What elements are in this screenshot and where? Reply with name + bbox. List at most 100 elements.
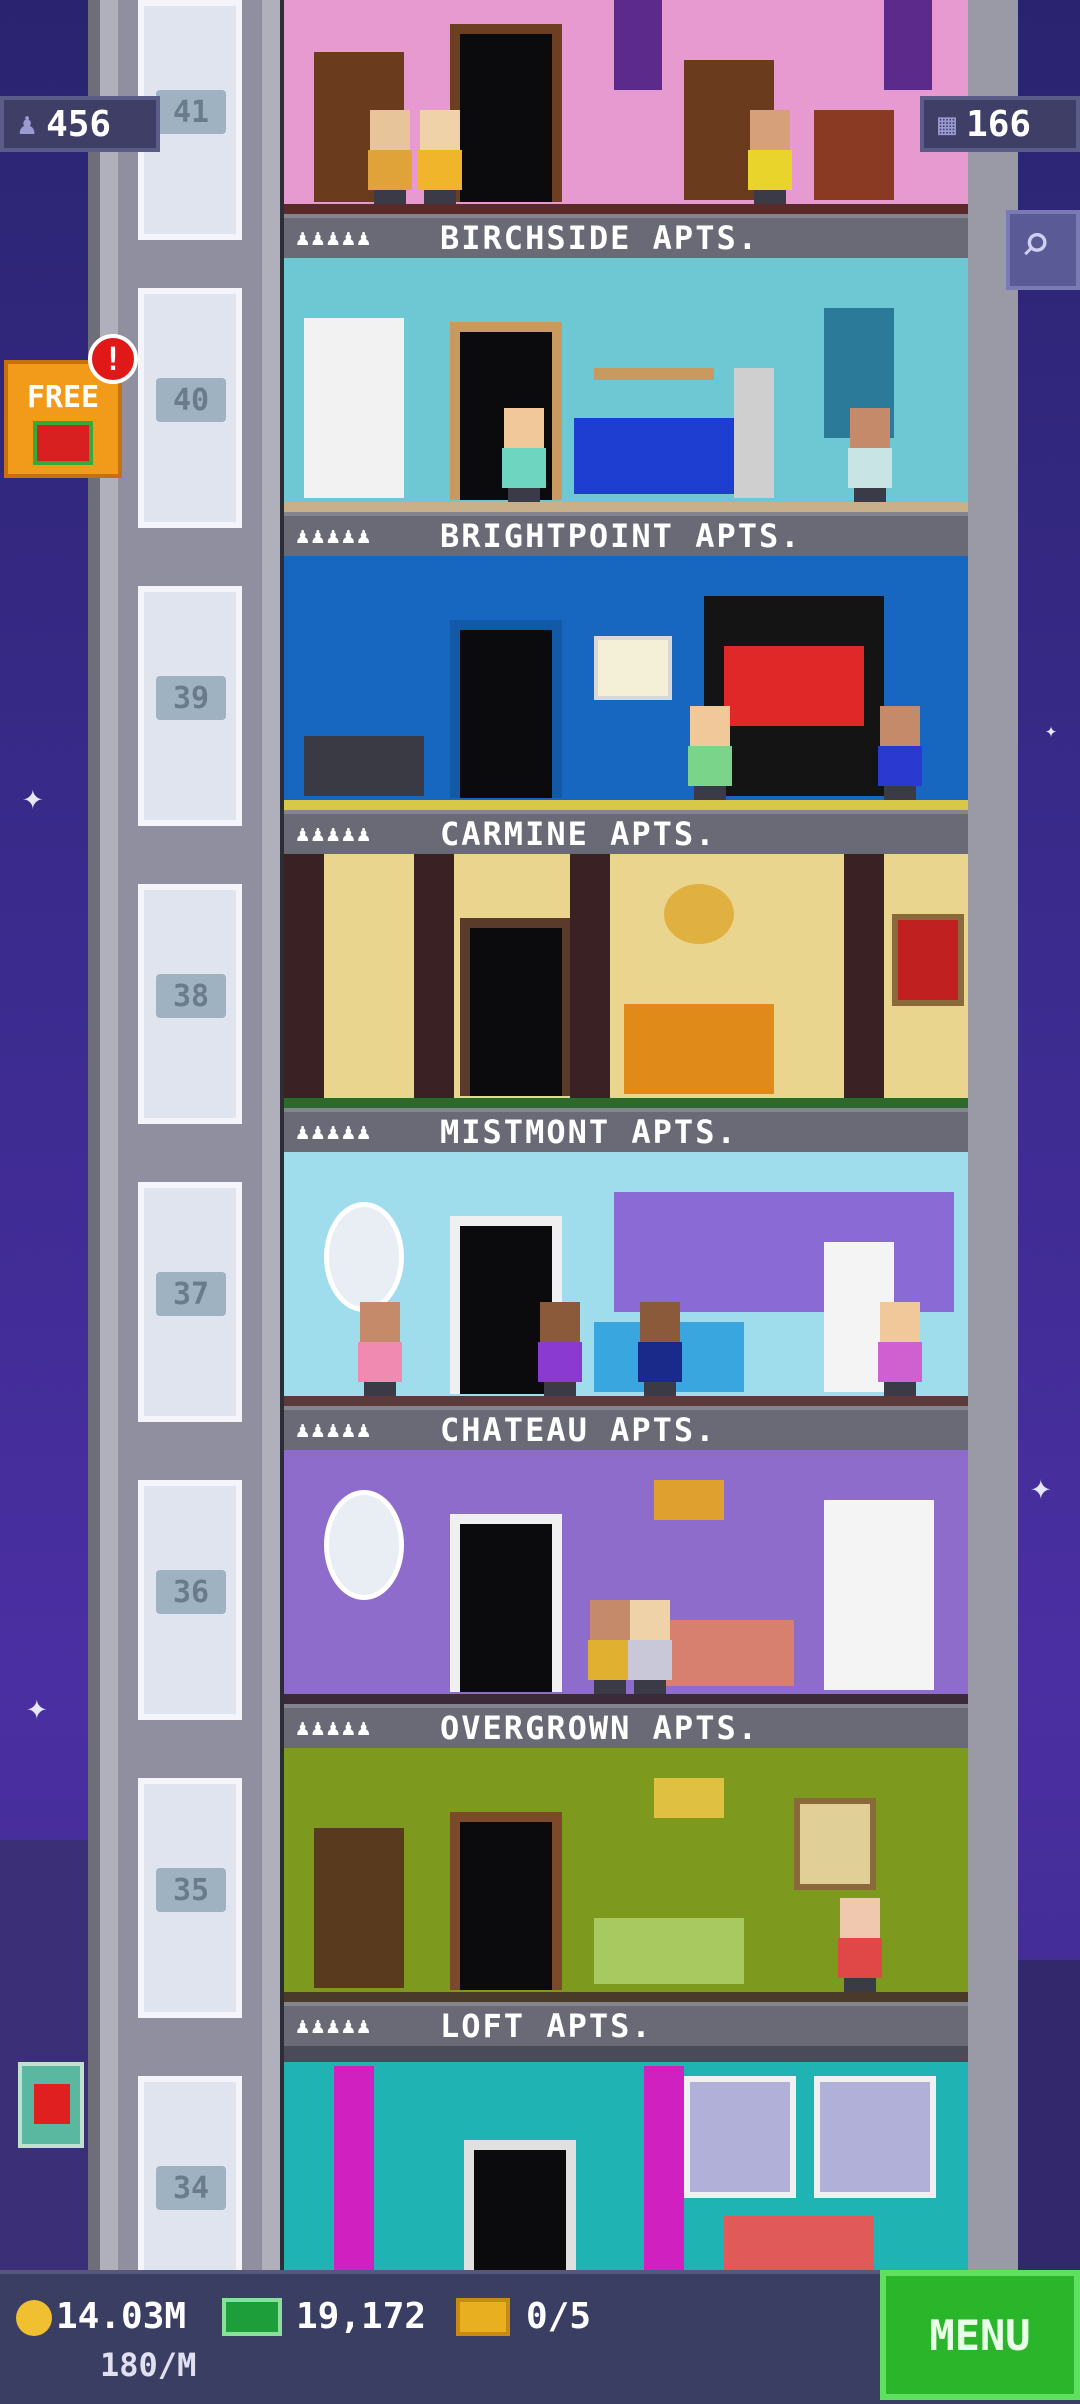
bed xyxy=(624,1004,774,1094)
floor-chateau[interactable]: ♟♟♟♟♟ CHATEAU APTS. xyxy=(284,1152,968,1450)
floor-number: 38 xyxy=(156,974,226,1018)
floor-number: 34 xyxy=(156,2166,226,2210)
floor-lamp xyxy=(734,368,774,498)
floor-name: OVERGROWN APTS. xyxy=(440,1709,759,1747)
room-door[interactable] xyxy=(450,1514,562,1692)
floor-number: 35 xyxy=(156,1868,226,1912)
elevator-floor-36[interactable]: 36 xyxy=(120,1460,260,1758)
floor-overgrown[interactable]: ♟♟♟♟♟ OVERGROWN APTS. xyxy=(284,1450,968,1748)
cabinet xyxy=(824,1500,934,1690)
floor-number: 36 xyxy=(156,1570,226,1614)
resident[interactable] xyxy=(354,1302,406,1396)
room-interior[interactable] xyxy=(284,556,968,816)
floor-label-bar[interactable]: ♟♟♟♟♟ BRIGHTPOINT APTS. xyxy=(284,512,968,556)
tower-right-column xyxy=(968,0,1018,2270)
mirror xyxy=(324,1490,404,1600)
room-interior[interactable] xyxy=(284,1748,968,2008)
sofa xyxy=(574,418,754,494)
room-door[interactable] xyxy=(460,918,572,1096)
wall-shelf xyxy=(594,368,714,380)
floor-label-bar[interactable]: ♟♟♟♟♟ BIRCHSIDE APTS. xyxy=(284,214,968,258)
population-counter[interactable]: ♟ 456 xyxy=(0,96,160,152)
chandelier xyxy=(654,1480,724,1520)
fries-notification[interactable] xyxy=(18,2062,84,2148)
white-shelf xyxy=(304,318,404,498)
resident[interactable] xyxy=(364,110,416,204)
floor-brightpoint[interactable]: ♟♟♟♟♟ BRIGHTPOINT APTS. xyxy=(284,258,968,556)
curtain xyxy=(644,2066,684,2270)
free-label: FREE xyxy=(26,380,100,415)
floor-label-bar[interactable]: ♟♟♟♟♟ MISTMONT APTS. xyxy=(284,1108,968,1152)
chandelier xyxy=(654,1778,724,1818)
resident[interactable] xyxy=(744,110,796,204)
occupancy-icons: ♟♟♟♟♟ xyxy=(296,225,373,251)
floor-label-bar[interactable]: ♟♟♟♟♟ OVERGROWN APTS. xyxy=(284,1704,968,1748)
room-door[interactable] xyxy=(464,2140,576,2270)
room-interior[interactable] xyxy=(284,1152,968,1412)
coin-icon xyxy=(16,2300,52,2336)
floor-carmine[interactable]: ♟♟♟♟♟ CARMINE APTS. xyxy=(284,556,968,854)
bookshelf xyxy=(314,1828,404,1988)
pillar xyxy=(570,854,610,1114)
room-door[interactable] xyxy=(450,620,562,798)
star-decoration: ✦ xyxy=(26,1687,48,1728)
window xyxy=(814,2076,936,2198)
city-building xyxy=(0,1840,90,2270)
room-interior[interactable] xyxy=(284,2046,968,2270)
occupancy-icons: ♟♟♟♟♟ xyxy=(296,821,373,847)
menu-button[interactable]: MENU xyxy=(880,2270,1080,2400)
bux-icon xyxy=(222,2298,282,2336)
sofa xyxy=(724,2216,874,2270)
occupancy-icons: ♟♟♟♟♟ xyxy=(296,523,373,549)
room-interior[interactable] xyxy=(284,258,968,518)
resident[interactable] xyxy=(414,110,466,204)
occupancy-icons: ♟♟♟♟♟ xyxy=(296,2013,373,2039)
floor-label-bar[interactable]: ♟♟♟♟♟ LOFT APTS. xyxy=(284,2002,968,2046)
floor-loft[interactable]: ♟♟♟♟♟ LOFT APTS. xyxy=(284,1748,968,2046)
elevator-floor-39[interactable]: 39 xyxy=(120,566,260,864)
star-decoration: ✦ xyxy=(1045,718,1058,742)
search-button[interactable]: ⌕ xyxy=(1006,210,1080,290)
room-interior[interactable] xyxy=(284,854,968,1114)
resident[interactable] xyxy=(534,1302,586,1396)
fries-icon xyxy=(34,2084,70,2124)
star-decoration: ✦ xyxy=(22,777,44,818)
tv-screen xyxy=(724,646,864,726)
occupancy-icons: ♟♟♟♟♟ xyxy=(296,1417,373,1443)
room-interior[interactable] xyxy=(284,0,968,220)
floor-name: CARMINE APTS. xyxy=(440,815,717,853)
floor-birchside[interactable]: ♟♟♟♟♟ BIRCHSIDE APTS. xyxy=(284,0,968,258)
resident[interactable] xyxy=(874,1302,926,1396)
resident[interactable] xyxy=(634,1302,686,1396)
window xyxy=(684,2076,796,2198)
elevator-floor-35[interactable]: 35 xyxy=(120,1758,260,2056)
resident[interactable] xyxy=(498,408,550,502)
resident[interactable] xyxy=(684,706,736,800)
elevator-floor-38[interactable]: 38 xyxy=(120,864,260,1162)
room-door[interactable] xyxy=(450,1812,562,1990)
floor-name: CHATEAU APTS. xyxy=(440,1411,717,1449)
ticket-count: 0/5 xyxy=(526,2296,592,2337)
floor-number: 40 xyxy=(156,378,226,422)
chandelier xyxy=(664,884,734,944)
floor-name: LOFT APTS. xyxy=(440,2007,653,2045)
floor-counter[interactable]: ▦ 166 xyxy=(920,96,1080,152)
pillar xyxy=(844,854,884,1114)
floor-label-bar[interactable]: ♟♟♟♟♟ CARMINE APTS. xyxy=(284,810,968,854)
floor-label-bar[interactable]: ♟♟♟♟♟ CHATEAU APTS. xyxy=(284,1406,968,1450)
floor-mistmont[interactable]: ♟♟♟♟♟ MISTMONT APTS. xyxy=(284,854,968,1152)
coin-balance: 14.03M xyxy=(56,2296,187,2337)
elevator-floor-40[interactable]: 40 xyxy=(120,268,260,566)
floor-34[interactable] xyxy=(284,2046,968,2270)
star-decoration: ✦ xyxy=(1030,1467,1052,1508)
floor-number: 41 xyxy=(156,90,226,134)
room-interior[interactable] xyxy=(284,1450,968,1710)
painting xyxy=(794,1798,876,1890)
resident[interactable] xyxy=(834,1898,886,1992)
elevator-floor-37[interactable]: 37 xyxy=(120,1162,260,1460)
room-door[interactable] xyxy=(450,24,562,202)
resident[interactable] xyxy=(844,408,896,502)
painting xyxy=(892,914,964,1006)
resident[interactable] xyxy=(624,1600,676,1694)
resident[interactable] xyxy=(874,706,926,800)
